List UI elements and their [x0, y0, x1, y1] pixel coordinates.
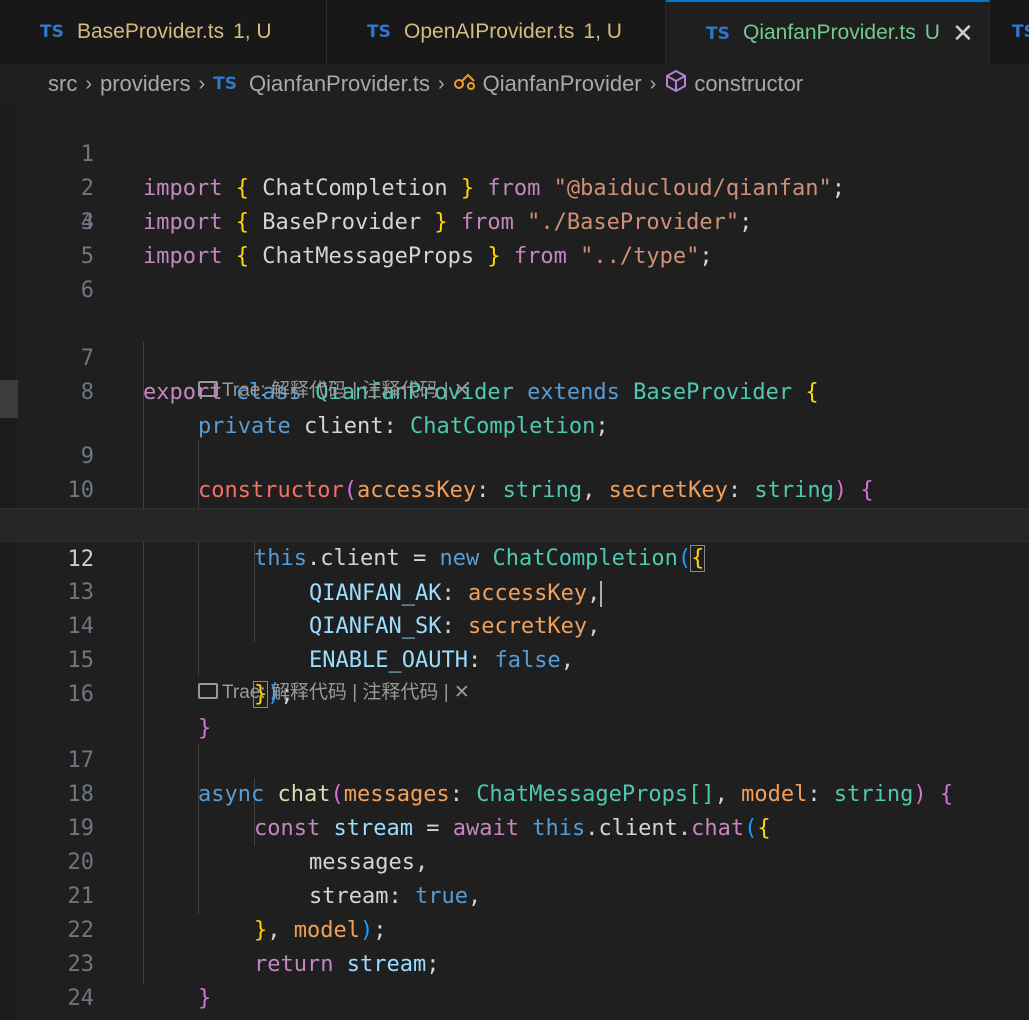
codelens-text[interactable]: Trae: 解释代码 | 注释代码 | ✕: [222, 380, 470, 401]
line-number: 4: [80, 210, 94, 235]
codelens-text[interactable]: Trae: 解释代码 | 注释代码 | ✕: [222, 682, 470, 703]
close-icon[interactable]: ✕: [952, 20, 974, 46]
chevron-right-icon: ›: [437, 72, 445, 95]
class-symbol-icon: [453, 70, 477, 98]
code-line[interactable]: 10 super();: [0, 440, 1029, 537]
code-line[interactable]: 1 import { ChatCompletion } from "@baidu…: [0, 104, 1029, 201]
line-number: 25: [40, 1016, 94, 1020]
breadcrumb-item-src[interactable]: src: [48, 71, 77, 97]
breadcrumb-item-constructor[interactable]: constructor: [694, 71, 803, 97]
typescript-icon: TS: [213, 74, 237, 94]
tab-overflow[interactable]: TS: [990, 0, 1029, 64]
breadcrumb-item-class[interactable]: QianfanProvider: [483, 71, 642, 97]
chat-icon: [198, 682, 218, 699]
tab-openaiprovider[interactable]: TS OpenAIProvider.ts 1, U: [327, 0, 666, 64]
breadcrumb-item-file[interactable]: QianfanProvider.ts: [249, 71, 430, 97]
code-line[interactable]: 13 QIANFAN_SK: secretKey,: [0, 542, 1029, 639]
code-line-current[interactable]: 12 QIANFAN_AK: accessKey,: [0, 508, 1029, 607]
tab-label: QianfanProvider.ts: [743, 21, 916, 44]
code-line[interactable]: 24 }: [0, 948, 1029, 1011]
typescript-icon: TS: [40, 22, 64, 42]
code-line[interactable]: 6: [0, 274, 1029, 308]
line-number: 6: [80, 278, 94, 303]
method-symbol-icon: [664, 69, 688, 99]
breadcrumb: src › providers › TS QianfanProvider.ts …: [0, 64, 1029, 104]
code-line[interactable]: 5: [0, 240, 1029, 274]
breadcrumb-item-providers[interactable]: providers: [100, 71, 190, 97]
typescript-icon: TS: [367, 22, 391, 42]
code-line[interactable]: 21 }, model);: [0, 846, 1029, 943]
line-number: 5: [80, 244, 94, 269]
chevron-right-icon: ›: [649, 72, 657, 95]
line-number: 8: [80, 380, 94, 405]
line-number: 16: [67, 682, 95, 707]
code-line[interactable]: 16 }: [0, 644, 1029, 741]
tab-bar: TS BaseProvider.ts 1, U TS OpenAIProvide…: [0, 0, 1029, 65]
tab-badge: 1, U: [233, 20, 272, 43]
tab-label: BaseProvider.ts: [77, 20, 225, 43]
code-line[interactable]: 19 messages,: [0, 778, 1029, 875]
chat-icon: [198, 380, 218, 397]
code-line[interactable]: 4: [0, 206, 1029, 240]
chevron-right-icon: ›: [85, 72, 92, 95]
code-editor[interactable]: 1 import { ChatCompletion } from "@baidu…: [0, 104, 1029, 1020]
typescript-icon: TS: [1012, 22, 1029, 42]
tab-label: OpenAIProvider.ts: [404, 20, 575, 43]
code-line[interactable]: 18 const stream = await this.client.chat…: [0, 744, 1029, 841]
codelens-trae[interactable]: Trae: 解释代码 | 注释代码 | ✕: [198, 678, 470, 708]
tab-qianfanprovider[interactable]: TS QianfanProvider.ts U ✕: [666, 0, 990, 64]
tab-baseprovider[interactable]: TS BaseProvider.ts 1, U: [0, 0, 327, 64]
code-line[interactable]: 22 return stream;: [0, 880, 1029, 977]
code-line[interactable]: 2 import { BaseProvider } from "./BasePr…: [0, 138, 1029, 235]
code-line[interactable]: 20 stream: true,: [0, 812, 1029, 909]
code-line[interactable]: 14 ENABLE_OAUTH: false,: [0, 576, 1029, 673]
codelens-trae[interactable]: Trae: 解释代码 | 注释代码 | ✕: [198, 376, 470, 406]
code-line[interactable]: 11 this.client = new ChatCompletion({: [0, 474, 1029, 572]
chevron-right-icon: ›: [198, 72, 206, 95]
code-line[interactable]: 25: [0, 982, 1029, 1016]
code-line[interactable]: 17 async chat(messages: ChatMessageProps…: [0, 710, 1029, 807]
typescript-icon: TS: [706, 24, 730, 44]
tab-badge: 1, U: [583, 20, 622, 43]
code-line[interactable]: 8 private client: ChatCompletion;: [0, 342, 1029, 439]
code-line[interactable]: 9 constructor(accessKey: string, secretK…: [0, 406, 1029, 503]
tab-badge: U: [924, 21, 940, 44]
code-line[interactable]: 23 }: [0, 914, 1029, 1011]
code-line[interactable]: 7 export class QianfanProvider extends B…: [0, 308, 1029, 405]
code-line[interactable]: 3 import { ChatMessageProps } from "../t…: [0, 172, 1029, 269]
code-line[interactable]: 15 });: [0, 610, 1029, 708]
